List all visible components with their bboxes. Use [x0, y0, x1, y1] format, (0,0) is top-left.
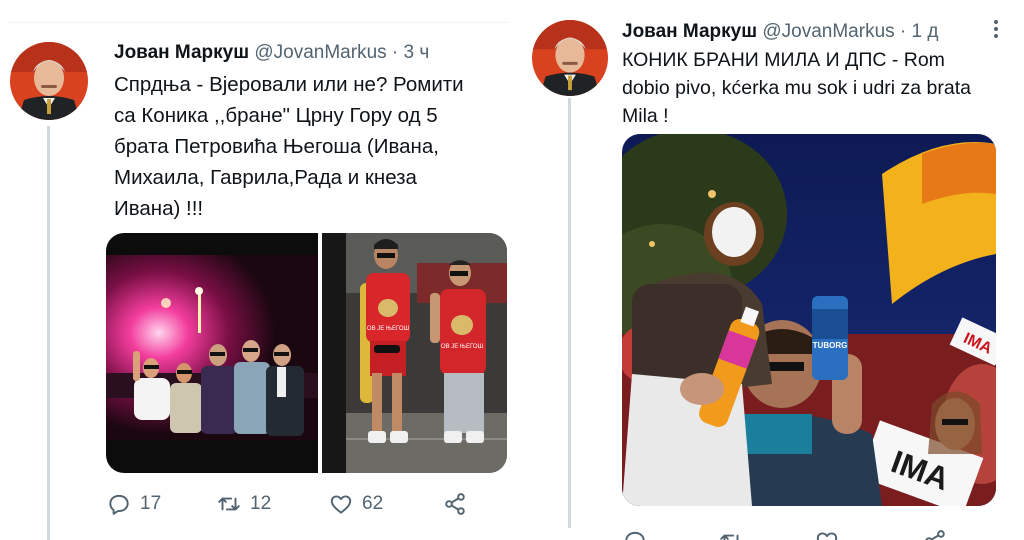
reply-count: 17 — [140, 493, 162, 514]
heart-icon — [330, 495, 352, 514]
avatar[interactable] — [532, 20, 608, 96]
retweet-icon — [720, 534, 739, 540]
more-options-button[interactable] — [990, 18, 1002, 42]
reply-button[interactable]: 17 — [106, 490, 161, 518]
tweet-text-line: Спрдња - Вјеровали или не? Ромити — [114, 73, 464, 96]
share-icon — [445, 493, 465, 515]
reply-icon — [625, 531, 645, 540]
tweet-text-line: Ивана) !!! — [114, 197, 204, 220]
avatar-photo-icon — [10, 42, 88, 120]
tweet-actions — [622, 527, 996, 540]
divider — [8, 22, 508, 23]
reply-icon — [109, 494, 129, 515]
tweet-text-line: са Коника ,,бране" Црну Гору од 5 — [114, 104, 438, 127]
avatar[interactable] — [10, 42, 88, 120]
tweet-text-line: Михаила, Гаврила,Рада и кнеза — [114, 166, 417, 189]
author-handle[interactable]: @JovanMarkus — [254, 42, 386, 63]
meta-separator: · — [899, 21, 907, 42]
shirt-text: ОВ ЈЕ ЊЕГОШ — [367, 326, 409, 332]
tweet-actions: 17 12 62 — [106, 490, 506, 518]
photo-crowd-flare-icon — [106, 233, 318, 473]
like-button[interactable] — [814, 527, 840, 540]
more-dot-icon — [994, 27, 998, 31]
tweet-header: Јован Маркуш @JovanMarkus · 1 д — [622, 20, 938, 44]
like-count: 62 — [362, 493, 384, 514]
share-icon — [925, 530, 945, 540]
tweet-text-line: КОНИК БРАНИ МИЛА И ДПС - Rom — [622, 49, 945, 71]
tweet-photo-2[interactable]: ОВ ЈЕ ЊЕГОШ ОВ ЈЕ ЊЕГОШ — [322, 233, 507, 473]
thread-line — [47, 126, 50, 540]
shirt-text: ОВ ЈЕ ЊЕГОШ — [441, 344, 483, 350]
tweet-text: Спрдња - Вјеровали или не? Ромити са Кон… — [114, 69, 464, 224]
retweet-count: 12 — [250, 493, 272, 514]
share-button[interactable] — [442, 490, 468, 518]
retweet-icon — [218, 497, 240, 511]
timestamp[interactable]: 3 ч — [404, 42, 430, 63]
photo-red-shirts-icon: ОВ ЈЕ ЊЕГОШ ОВ ЈЕ ЊЕГОШ — [322, 233, 507, 473]
tweet-photo-1[interactable] — [106, 233, 318, 473]
timestamp[interactable]: 1 д — [912, 21, 939, 42]
tweet-header: Јован Маркуш @JovanMarkus · 3 ч — [114, 41, 429, 65]
tweet-text: КОНИК БРАНИ МИЛА И ДПС - Rom dobio pivo,… — [622, 46, 971, 130]
like-button[interactable]: 62 — [328, 490, 383, 518]
retweet-button[interactable]: 12 — [216, 490, 271, 518]
tweet-photo[interactable]: IMA IMA TUBORG — [622, 134, 996, 506]
author-name[interactable]: Јован Маркуш — [622, 21, 757, 42]
tweet-right[interactable]: Јован Маркуш @JovanMarkus · 1 д КОНИК БР… — [528, 0, 1024, 540]
thread-line — [568, 98, 571, 528]
tweet-left[interactable]: Јован Маркуш @JovanMarkus · 3 ч Спрдња -… — [0, 0, 512, 540]
retweet-button[interactable] — [718, 527, 744, 540]
heart-icon — [816, 532, 838, 540]
avatar-photo-icon — [532, 20, 608, 96]
tweet-text-line: Mila ! — [622, 105, 669, 127]
author-name[interactable]: Јован Маркуш — [114, 42, 249, 63]
can-text: TUBORG — [813, 341, 848, 350]
tweet-text-line: dobio pivo, kćerka mu sok i udri za brat… — [622, 77, 972, 99]
reply-button[interactable] — [622, 527, 648, 540]
more-dot-icon — [994, 20, 998, 24]
author-handle[interactable]: @JovanMarkus — [762, 21, 894, 42]
photo-rally-night-icon: IMA IMA TUBORG — [622, 134, 996, 506]
tweet-text-line: брата Петровића Његоша (Ивана, — [114, 135, 439, 158]
meta-separator: · — [391, 42, 399, 63]
more-dot-icon — [994, 34, 998, 38]
share-button[interactable] — [922, 527, 948, 540]
